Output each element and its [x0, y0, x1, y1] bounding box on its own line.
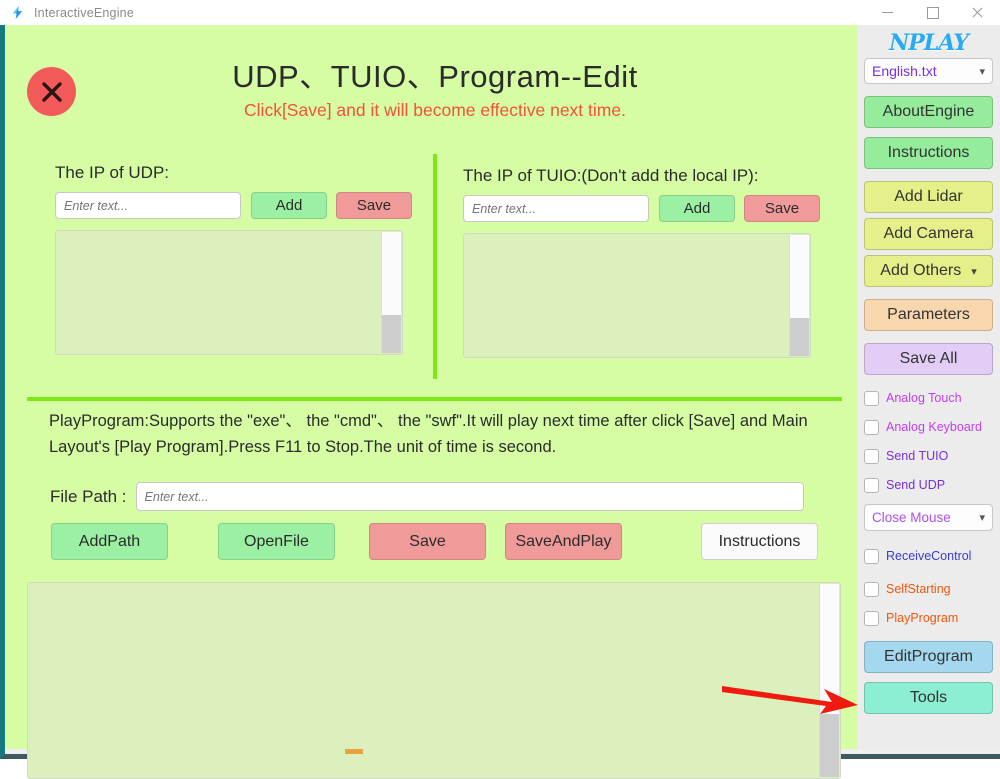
- send-tuio-label: Send TUIO: [886, 449, 949, 463]
- page-subtitle: Click[Save] and it will become effective…: [244, 100, 626, 120]
- udp-save-button[interactable]: Save: [336, 192, 412, 219]
- page-heading: UDP、TUIO、Program--Edit Click[Save] and i…: [95, 57, 775, 123]
- openfile-button[interactable]: OpenFile: [218, 523, 335, 560]
- file-path-label: File Path :: [50, 486, 127, 506]
- receive-control-label: ReceiveControl: [886, 549, 972, 563]
- instructions-sidebar-button[interactable]: Instructions: [864, 137, 993, 169]
- x-circle-icon[interactable]: [27, 67, 76, 116]
- minimize-icon: [882, 12, 893, 13]
- language-select-value: English.txt: [872, 63, 937, 79]
- program-list[interactable]: [27, 582, 841, 779]
- add-others-label: Add Others: [880, 262, 962, 279]
- send-udp-label: Send UDP: [886, 478, 946, 492]
- udp-scrollbar-thumb[interactable]: [382, 315, 401, 353]
- edit-program-button[interactable]: EditProgram: [864, 641, 993, 673]
- add-camera-button[interactable]: Add Camera: [864, 218, 993, 250]
- udp-add-button[interactable]: Add: [251, 192, 327, 219]
- tuio-section: The IP of TUIO:(Don't add the local IP):…: [463, 140, 823, 358]
- tuio-input-row: Add Save: [463, 195, 823, 222]
- vertical-divider: [433, 154, 437, 379]
- chevron-down-icon: ▾: [971, 265, 977, 278]
- close-button[interactable]: [955, 0, 1000, 25]
- file-path-row: File Path :: [50, 482, 804, 511]
- self-starting-checkbox[interactable]: [864, 581, 879, 597]
- chevron-down-icon: ▾: [979, 65, 985, 78]
- analog-touch-checkbox-row[interactable]: Analog Touch: [864, 387, 993, 409]
- tools-button[interactable]: Tools: [864, 682, 993, 714]
- analog-keyboard-label: Analog Keyboard: [886, 420, 982, 434]
- save-button[interactable]: Save: [369, 523, 486, 560]
- send-tuio-checkbox-row[interactable]: Send TUIO: [864, 445, 993, 467]
- tuio-ip-input[interactable]: [463, 195, 649, 222]
- tuio-save-button[interactable]: Save: [744, 195, 820, 222]
- udp-label: The IP of UDP:: [55, 163, 170, 182]
- ip-configuration-area: The IP of UDP: Add Save The IP of TUIO:(: [5, 140, 857, 385]
- red-arrow-annotation: [720, 680, 860, 725]
- window-title: InteractiveEngine: [34, 5, 134, 20]
- udp-list-scrollbar[interactable]: [381, 232, 401, 353]
- send-tuio-checkbox[interactable]: [864, 448, 879, 464]
- tuio-scrollbar-thumb[interactable]: [790, 318, 809, 356]
- minimize-button[interactable]: [865, 0, 910, 25]
- udp-section: The IP of UDP: Add Save: [55, 140, 415, 355]
- save-all-button[interactable]: Save All: [864, 343, 993, 375]
- analog-touch-checkbox[interactable]: [864, 390, 879, 406]
- parameters-button[interactable]: Parameters: [864, 299, 993, 331]
- right-sidebar: NPLAY English.txt ▾ AboutEngine Instruct…: [857, 25, 1000, 749]
- window-frame: UDP、TUIO、Program--Edit Click[Save] and i…: [0, 25, 1000, 779]
- self-starting-checkbox-row[interactable]: SelfStarting: [864, 578, 993, 600]
- maximize-button[interactable]: [910, 0, 955, 25]
- file-path-input[interactable]: [135, 482, 804, 511]
- add-lidar-button[interactable]: Add Lidar: [864, 181, 993, 213]
- nplay-logo: NPLAY: [889, 30, 969, 56]
- receive-control-checkbox-row[interactable]: ReceiveControl: [864, 545, 993, 567]
- analog-keyboard-checkbox-row[interactable]: Analog Keyboard: [864, 416, 993, 438]
- tuio-list-scrollbar[interactable]: [789, 235, 809, 356]
- tuio-add-button[interactable]: Add: [659, 195, 735, 222]
- saveandplay-button[interactable]: SaveAndPlay: [505, 523, 622, 560]
- send-udp-checkbox[interactable]: [864, 477, 879, 493]
- close-icon: [972, 7, 983, 18]
- playprogram-description: PlayProgram:Supports the "exe"、 the "cmd…: [49, 412, 808, 456]
- udp-ip-list[interactable]: [55, 230, 403, 355]
- mouse-mode-select[interactable]: Close Mouse ▾: [864, 504, 993, 531]
- main-panel: UDP、TUIO、Program--Edit Click[Save] and i…: [5, 25, 857, 779]
- horizontal-divider: [27, 397, 842, 401]
- add-others-button[interactable]: Add Others ▾: [864, 255, 993, 287]
- maximize-icon: [926, 6, 939, 19]
- udp-ip-input[interactable]: [55, 192, 241, 219]
- receive-control-checkbox[interactable]: [864, 548, 879, 564]
- addpath-button[interactable]: AddPath: [51, 523, 168, 560]
- analog-touch-label: Analog Touch: [886, 391, 962, 405]
- program-action-buttons: AddPath OpenFile Save SaveAndPlay Instru…: [51, 523, 841, 560]
- about-engine-button[interactable]: AboutEngine: [864, 96, 993, 128]
- chevron-down-icon: ▾: [979, 512, 985, 524]
- self-starting-label: SelfStarting: [886, 582, 951, 596]
- page-title: UDP、TUIO、Program--Edit: [232, 59, 638, 94]
- play-program-checkbox[interactable]: [864, 610, 879, 626]
- title-bar: InteractiveEngine: [0, 0, 1000, 26]
- mouse-mode-value: Close Mouse: [872, 510, 951, 525]
- udp-input-row: Add Save: [55, 192, 415, 219]
- tuio-ip-list[interactable]: [463, 233, 811, 358]
- instructions-button[interactable]: Instructions: [701, 523, 818, 560]
- send-udp-checkbox-row[interactable]: Send UDP: [864, 474, 993, 496]
- analog-keyboard-checkbox[interactable]: [864, 419, 879, 435]
- tuio-label: The IP of TUIO:(Don't add the local IP):: [463, 166, 759, 185]
- taskbar-peek: [345, 749, 363, 754]
- play-program-checkbox-row[interactable]: PlayProgram: [864, 607, 993, 629]
- language-select[interactable]: English.txt ▾: [864, 58, 993, 84]
- lightning-bolt-icon: [4, 5, 30, 20]
- play-program-label: PlayProgram: [886, 611, 959, 625]
- application-window: InteractiveEngine UDP、TUIO、Program--Edit…: [0, 0, 1000, 779]
